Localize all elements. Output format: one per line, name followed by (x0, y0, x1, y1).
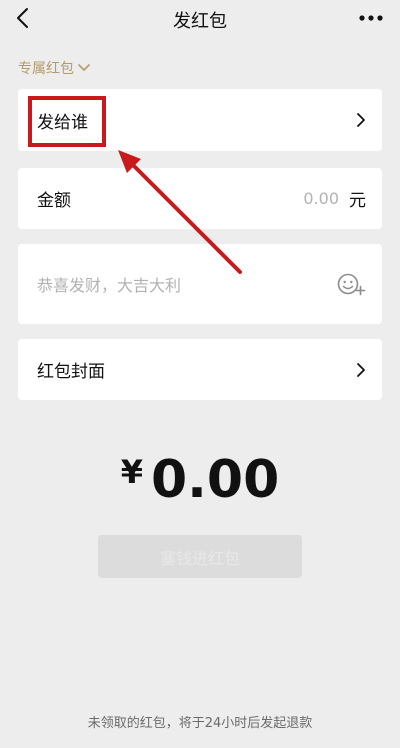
annotation-highlight-box (28, 96, 106, 147)
emoji-add-icon[interactable] (336, 271, 366, 297)
greeting-row: 恭喜发财，大吉大利 (18, 244, 382, 324)
chevron-down-icon (78, 64, 90, 71)
total-amount-value: 0.00 (150, 450, 280, 510)
currency-symbol: ¥ (120, 453, 143, 491)
top-nav-bar: 发红包 (0, 0, 400, 38)
ellipsis-icon[interactable] (358, 14, 384, 22)
amount-label: 金额 (37, 191, 71, 211)
greeting-input[interactable]: 恭喜发财，大吉大利 (37, 272, 181, 296)
amount-input[interactable]: 0.00 (303, 189, 339, 208)
submit-button[interactable]: 塞钱进红包 (98, 535, 302, 578)
cover-row[interactable]: 红包封面 (18, 339, 382, 400)
amount-row: 金额 0.00 元 (18, 168, 382, 229)
packet-type-label: 专属红包 (18, 61, 74, 77)
page-title: 发红包 (173, 11, 227, 32)
packet-type-selector[interactable]: 专属红包 (18, 58, 90, 78)
chevron-right-icon (357, 113, 365, 127)
amount-unit: 元 (349, 191, 366, 211)
chevron-right-icon (357, 362, 365, 377)
total-amount-display: ¥0.00 (0, 450, 400, 510)
refund-notice: 未领取的红包，将于24小时后发起退款 (87, 716, 313, 731)
cover-label: 红包封面 (37, 362, 105, 382)
